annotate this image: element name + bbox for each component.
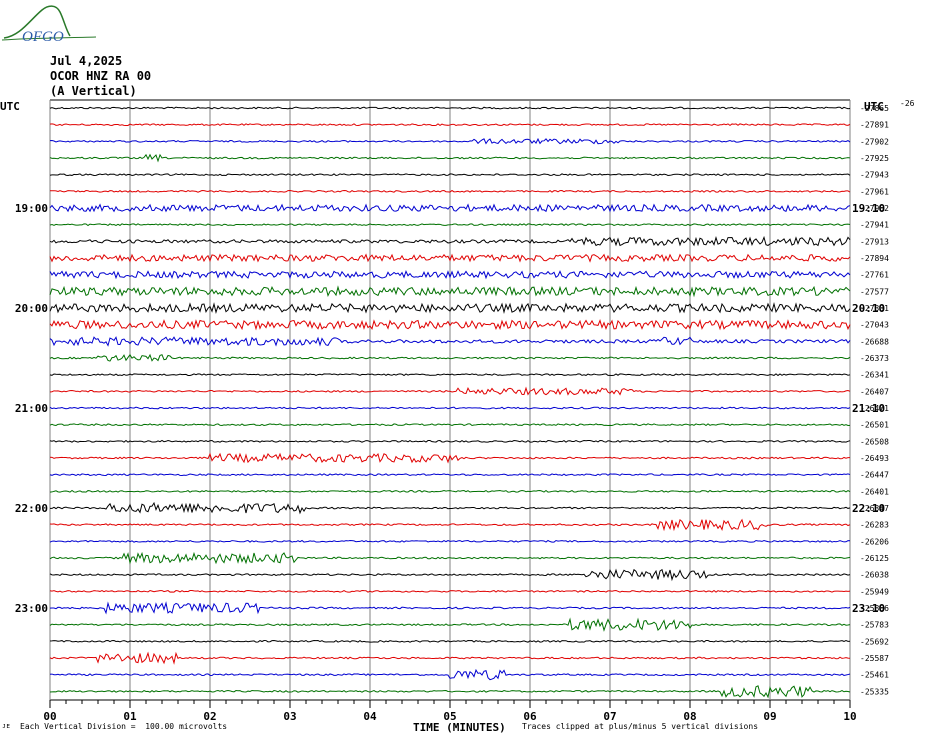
trace-offset-label: -26125 (860, 554, 889, 563)
x-tick-label: 10 (843, 710, 856, 723)
trace-offset-label: -26508 (860, 437, 889, 446)
right-time-label: 19:10 (852, 202, 885, 215)
trace-offset-label: -25335 (860, 687, 889, 696)
x-tick-label: 03 (283, 710, 296, 723)
left-utc-label: UTC (0, 100, 20, 113)
left-time-label: 20:00 (15, 302, 48, 315)
x-tick-label: 09 (763, 710, 776, 723)
left-time-label: 19:00 (15, 202, 48, 215)
trace-offset-label: -27913 (860, 237, 889, 246)
helicorder-plot: 00 01 02 03 04 05 06 07 08 09 10-27865-27891-27902… (0, 99, 915, 723)
trace-offset-label: -27577 (860, 287, 889, 296)
trace-offset-label: -26688 (860, 337, 889, 346)
left-time-label: 23:00 (15, 602, 48, 615)
trace-offset-label: -27943 (860, 171, 889, 180)
trace-offset-label: -26373 (860, 354, 889, 363)
x-axis-label: TIME (MINUTES) (413, 721, 506, 734)
right-time-label: 20:10 (852, 302, 885, 315)
trace-offset-label: -26283 (860, 521, 889, 530)
trace-offset-label: -25692 (860, 637, 889, 646)
left-time-label: 22:00 (15, 502, 48, 515)
trace-offset-label: -27941 (860, 221, 889, 230)
trace-offset-label: -27902 (860, 137, 889, 146)
trace-offset-label: -27961 (860, 187, 889, 196)
trace-offset-label: -26341 (860, 371, 889, 380)
trace-offset-label: -26206 (860, 537, 889, 546)
trace-offset-label: -26447 (860, 471, 889, 480)
trace-offset-label: -25949 (860, 587, 889, 596)
trace-offset-label: -26493 (860, 454, 889, 463)
trace-offset-label: -26401 (860, 487, 889, 496)
trace-offset-label: -27925 (860, 154, 889, 163)
right-utc-label: UTC (864, 100, 884, 113)
trace-offset-label: -25783 (860, 621, 889, 630)
right-header-text: -26 (900, 99, 915, 108)
right-time-label: 22:10 (852, 502, 885, 515)
trace-offset-label: -25587 (860, 654, 889, 663)
right-time-label: 21:10 (852, 402, 885, 415)
trace-offset-label: -27891 (860, 121, 889, 130)
right-time-label: 23:10 (852, 602, 885, 615)
scale-note: Each Vertical Division = 100.00 microvol… (20, 722, 228, 731)
trace-offset-label: -25461 (860, 671, 889, 680)
trace-offset-label: -27894 (860, 254, 889, 263)
x-tick-label: 04 (363, 710, 377, 723)
trace-offset-label: -26407 (860, 387, 889, 396)
footer-mark: ᴊᴇ (2, 722, 11, 730)
trace-offset-label: -26501 (860, 421, 889, 430)
trace-offset-label: -27761 (860, 271, 889, 280)
trace-offset-label: -27043 (860, 321, 889, 330)
clip-note: Traces clipped at plus/minus 5 vertical … (522, 722, 759, 731)
trace-offset-label: -26038 (860, 571, 889, 580)
left-time-label: 21:00 (15, 402, 48, 415)
